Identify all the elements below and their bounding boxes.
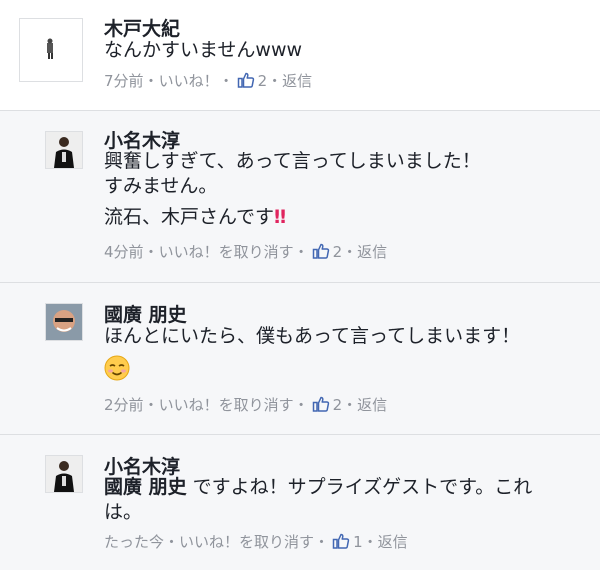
- comment-text-line: 流石、木戸さんです‼: [104, 206, 286, 228]
- avatar[interactable]: [45, 303, 83, 341]
- relieved-smile-emoji: [104, 355, 130, 388]
- avatar-person-icon: [46, 132, 82, 168]
- comment-text: ほんとにいたら、僕もあって言ってしまいます！: [104, 325, 521, 347]
- comment-4: 小名木淳 國廣 朋史 ですよね！サプライズゲストです。これ は。 たった今・いい…: [0, 434, 600, 570]
- comment-author[interactable]: 國廣 朋史: [104, 300, 187, 327]
- reply-link[interactable]: 返信: [357, 396, 387, 414]
- avatar-person-icon: [46, 456, 82, 492]
- comment-time[interactable]: 4分前: [104, 243, 144, 261]
- comment-meta: 4分前・いいね！を取り消す・ 2・返信: [104, 241, 387, 264]
- comment-2: 小名木淳 興奮しすぎて、あって言ってしまいました！ すみません。 流石、木戸さん…: [0, 110, 600, 282]
- unlike-link[interactable]: いいね！を取り消す: [159, 243, 294, 261]
- thumbs-up-icon: [332, 532, 350, 554]
- comment-meta: たった今・いいね！を取り消す・ 1・返信: [104, 531, 408, 554]
- comment-meta: 7分前・いいね！・ 2・返信: [104, 70, 312, 93]
- like-count[interactable]: 2: [333, 243, 343, 261]
- avatar[interactable]: [19, 18, 83, 82]
- comment-time[interactable]: 7分前: [104, 72, 144, 90]
- like-count[interactable]: 1: [353, 533, 363, 551]
- avatar[interactable]: [45, 455, 83, 493]
- reply-link[interactable]: 返信: [357, 243, 387, 261]
- thumbs-up-icon: [312, 395, 330, 417]
- avatar-person-icon: [46, 304, 82, 340]
- comment-3: 國廣 朋史 ほんとにいたら、僕もあって言ってしまいます！ 2分前・いいね！を取り…: [0, 282, 600, 434]
- avatar[interactable]: [45, 131, 83, 169]
- reply-link[interactable]: 返信: [282, 72, 312, 90]
- mention-link[interactable]: 國廣 朋史: [104, 476, 187, 498]
- comment-author[interactable]: 木戸大紀: [104, 14, 180, 41]
- comment-meta: 2分前・いいね！を取り消す・ 2・返信: [104, 394, 387, 417]
- unlike-link[interactable]: いいね！を取り消す: [179, 533, 314, 551]
- like-count[interactable]: 2: [258, 72, 268, 90]
- comment-text-line: 國廣 朋史 ですよね！サプライズゲストです。これ: [104, 476, 533, 498]
- comment-time[interactable]: たった今: [104, 533, 164, 551]
- like-count[interactable]: 2: [333, 396, 343, 414]
- comment-emoji-line: [104, 355, 130, 388]
- comment-1: 木戸大紀 なんかすいませんwww 7分前・いいね！・ 2・返信: [0, 0, 600, 110]
- comment-text: なんかすいませんwww: [104, 39, 303, 61]
- comment-text-line: は。: [104, 501, 143, 523]
- unlike-link[interactable]: いいね！を取り消す: [159, 396, 294, 414]
- double-exclamation-emoji: ‼: [274, 206, 286, 228]
- thumbs-up-icon: [237, 71, 255, 93]
- comment-time[interactable]: 2分前: [104, 396, 144, 414]
- comment-text-line: すみません。: [104, 175, 218, 197]
- comment-text-line: 興奮しすぎて、あって言ってしまいました！: [104, 150, 481, 172]
- thumbs-up-icon: [312, 242, 330, 264]
- reply-link[interactable]: 返信: [378, 533, 408, 551]
- avatar-person-icon: [47, 38, 53, 59]
- like-link[interactable]: いいね！: [159, 72, 219, 90]
